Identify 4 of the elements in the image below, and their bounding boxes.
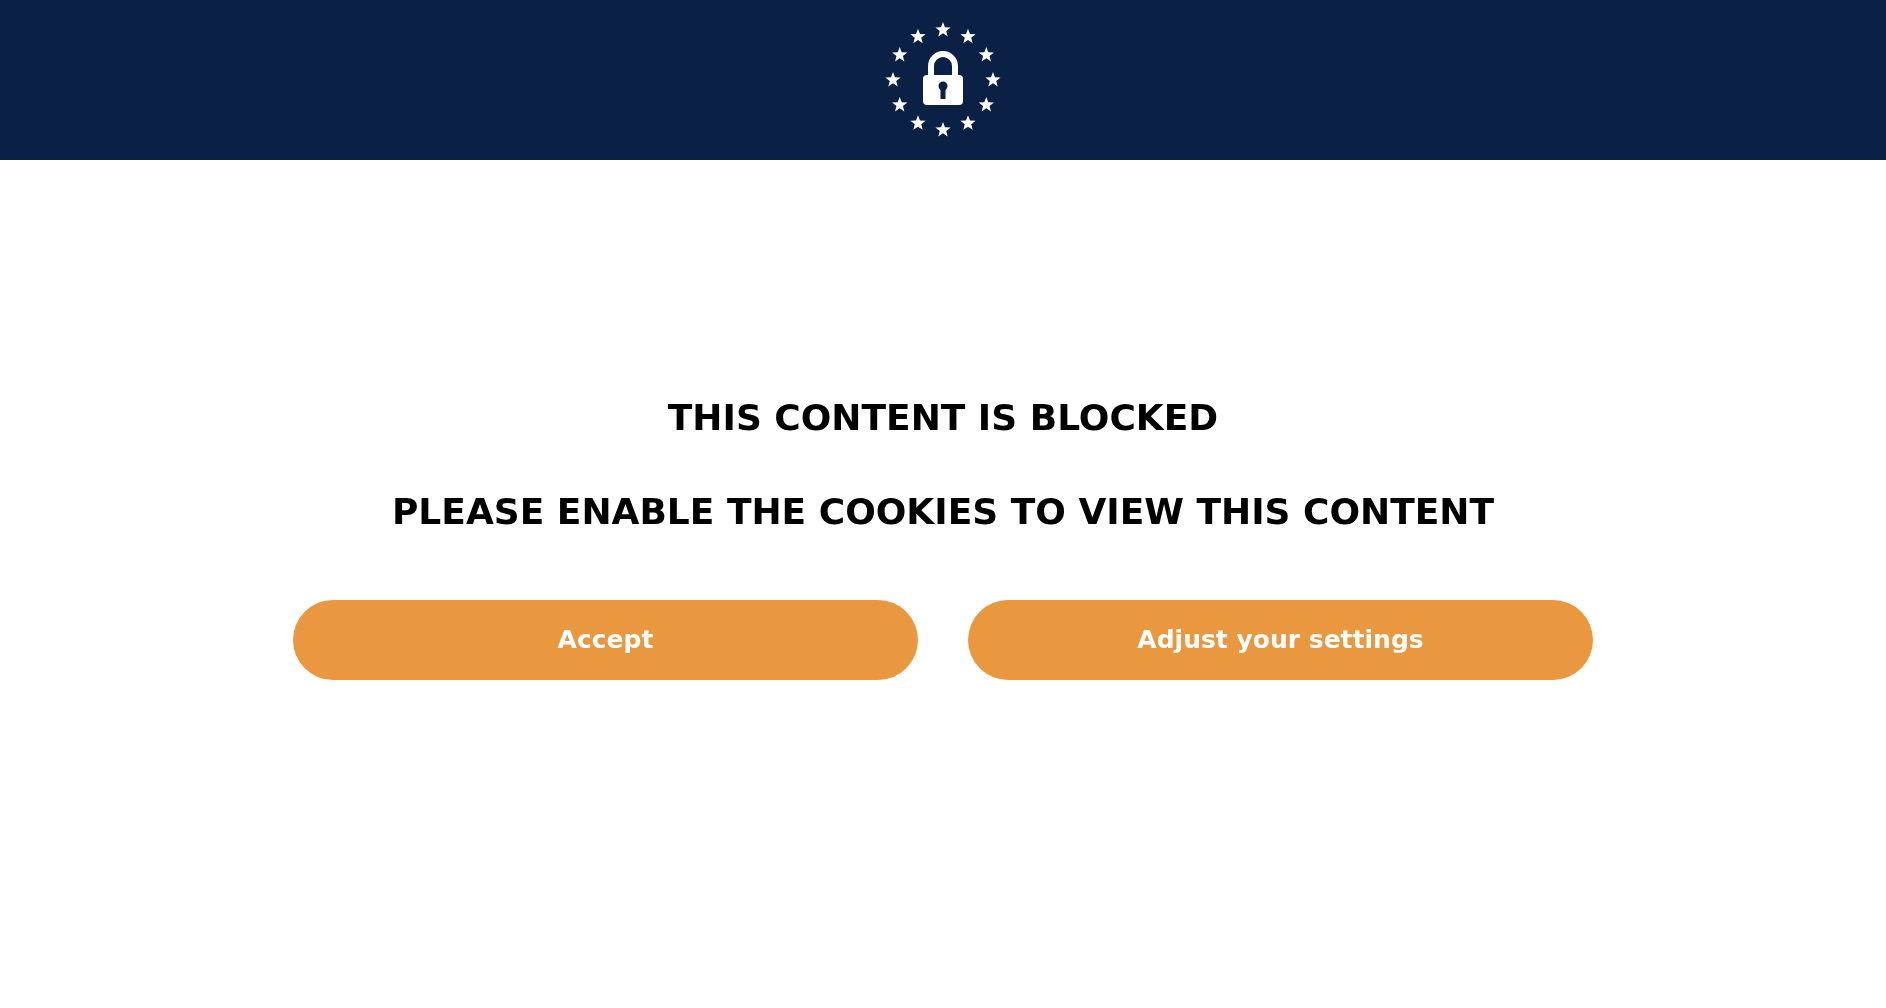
settings-button[interactable]: Adjust your settings	[968, 600, 1593, 680]
cookies-message: PLEASE ENABLE THE COOKIES TO VIEW THIS CONTENT	[392, 494, 1494, 530]
accept-button[interactable]: Accept	[293, 600, 918, 680]
blocked-title: THIS CONTENT IS BLOCKED	[667, 400, 1219, 436]
